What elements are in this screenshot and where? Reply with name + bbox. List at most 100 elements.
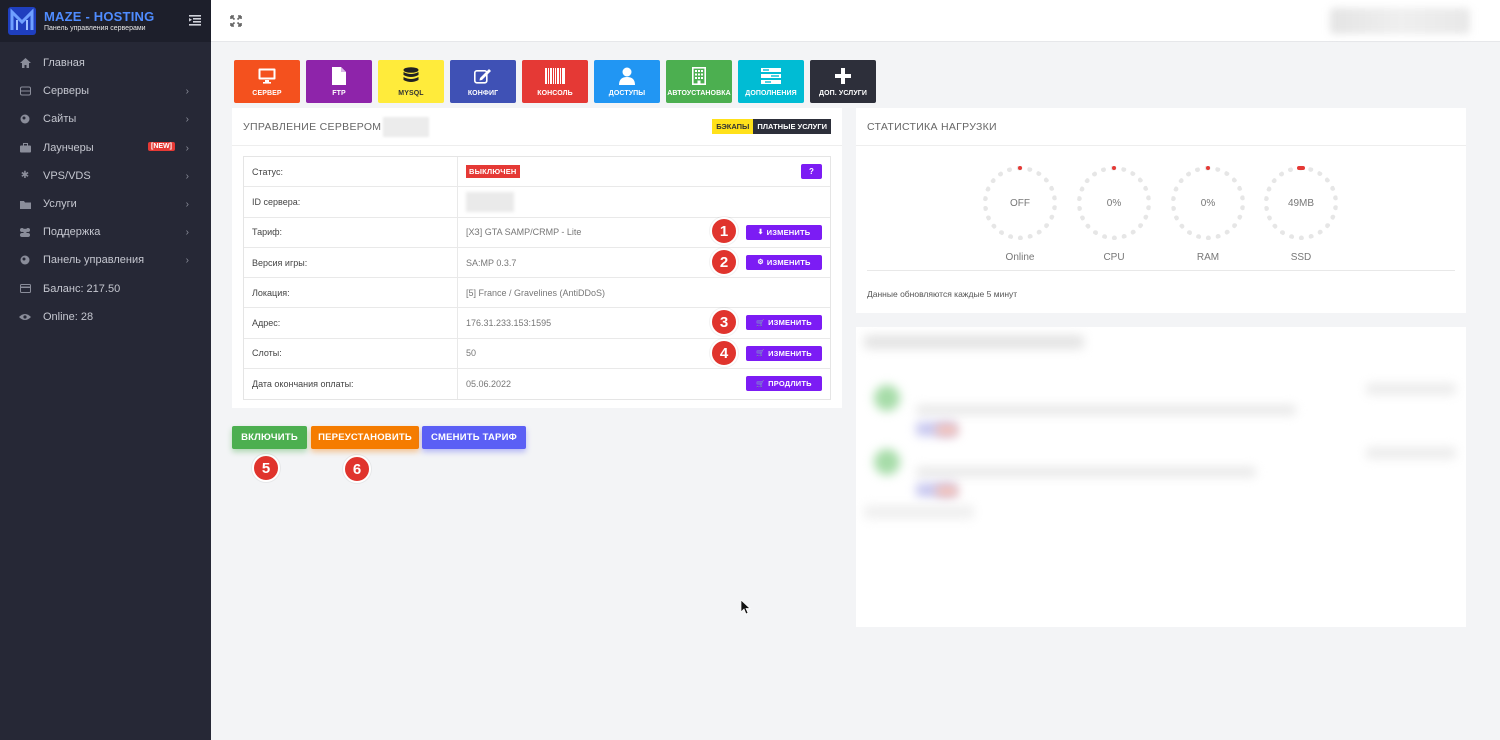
chevron-right-icon: › (185, 255, 189, 267)
change-tariff-main-button[interactable]: СМЕНИТЬ ТАРИФ (422, 426, 526, 449)
sidebar-item-label: Online: 28 (43, 310, 94, 323)
sidebar-item-servers[interactable]: Серверы › (0, 77, 211, 105)
row-value: [5] France / Gravelines (AntiDDoS) (466, 287, 606, 298)
change-slots-button[interactable]: 🛒 ИЗМЕНИТЬ (746, 345, 822, 361)
row-key: Слоты: (244, 338, 458, 369)
start-button[interactable]: ВКЛЮЧИТЬ (232, 426, 307, 449)
tile-label: КОНСОЛЬ (537, 90, 573, 97)
change-tariff-button[interactable]: ⬇ ИЗМЕНИТЬ (746, 224, 822, 240)
extend-button[interactable]: 🛒 ПРОДЛИТЬ (746, 376, 822, 392)
sidebar-item-control-panel[interactable]: Панель управления › (0, 246, 211, 274)
topbar (211, 0, 1500, 42)
tile-console[interactable]: КОНСОЛЬ (522, 60, 588, 103)
tile-ftp[interactable]: FTP (306, 60, 372, 103)
gauge-indicator (1112, 166, 1116, 170)
blurred-text (916, 405, 1296, 415)
chevron-right-icon: › (185, 86, 189, 98)
sidebar-item-label: Услуги (43, 198, 77, 211)
row-key: Тариф: (244, 217, 458, 247)
gauge-value: 0% (1085, 174, 1143, 232)
user-icon (619, 66, 635, 86)
blurred-date (1366, 447, 1456, 459)
sidebar-nav: Главная Серверы › Сайты › Лаунчеры [NEW]… (0, 42, 211, 331)
server-name-blurred (383, 116, 430, 137)
gauge-label: Online (1005, 252, 1035, 263)
sidebar-item-label: Главная (43, 57, 85, 70)
sidebar-item-support[interactable]: Поддержка › (0, 218, 211, 246)
button-label: ПРОДЛИТЬ (768, 379, 812, 389)
server-management-card: УПРАВЛЕНИЕ СЕРВЕРОМ БЭКАПЫ ПЛАТНЫЕ УСЛУГ… (232, 108, 842, 408)
table-row-address: Адрес: 176.31.233.153:1595 🛒 ИЗМЕНИТЬ (244, 308, 830, 339)
table-row-game-version: Версия игры: SA:MP 0.3.7 ⚙ ИЗМЕНИТЬ (244, 247, 830, 279)
sidebar-item-label: Баланс: 217.50 (43, 282, 121, 295)
card-icon (19, 283, 31, 295)
tile-addons[interactable]: ДОПОЛНЕНИЯ (738, 60, 804, 103)
marker-3: 3 (710, 308, 738, 336)
sidebar-item-label: Серверы (43, 85, 90, 98)
sidebar-item-launchers[interactable]: Лаунчеры [NEW] › (0, 134, 211, 162)
help-button[interactable]: ? (801, 164, 822, 179)
marker-5: 5 (252, 454, 280, 482)
gauge-indicator (1206, 166, 1210, 170)
list-icon (761, 66, 781, 86)
building-icon (692, 66, 706, 86)
row-key: ID сервера: (244, 187, 458, 217)
chevron-right-icon: › (185, 170, 189, 182)
gauge-label: SSD (1290, 252, 1312, 263)
tile-label: MYSQL (398, 90, 424, 97)
tile-config[interactable]: КОНФИГ (450, 60, 516, 103)
sidebar-item-label: Сайты (43, 113, 77, 126)
sidebar-item-home[interactable]: Главная (0, 49, 211, 77)
tile-extra-services[interactable]: ДОП. УСЛУГИ (810, 60, 876, 103)
brand-subtitle: Панель управления серверами (44, 25, 146, 32)
tile-access[interactable]: ДОСТУПЫ (594, 60, 660, 103)
tile-mysql[interactable]: MYSQL (378, 60, 444, 103)
sidebar-item-vps[interactable]: ✱ VPS/VDS › (0, 162, 211, 190)
table-row-location: Локация: [5] France / Gravelines (AntiDD… (244, 278, 830, 309)
table-row-expiry: Дата окончания оплаты: 05.06.2022 🛒 ПРОДЛ… (244, 369, 830, 400)
table-row-slots: Слоты: 50 🛒 ИЗМЕНИТЬ (244, 338, 830, 370)
database-icon (403, 66, 419, 86)
menu-toggle-icon[interactable] (189, 14, 201, 26)
paid-services-badge[interactable]: ПЛАТНЫЕ УСЛУГИ (753, 119, 831, 134)
reinstall-button[interactable]: ПЕРЕУСТАНОВИТЬ (311, 426, 419, 449)
brand[interactable]: MAZE - HOSTING Панель управления сервера… (0, 0, 211, 42)
card-title: СТАТИСТИКА НАГРУЗКИ (867, 120, 997, 133)
edit-icon (474, 66, 492, 86)
tile-label: ДОСТУПЫ (608, 90, 646, 97)
sidebar-item-services[interactable]: Услуги › (0, 190, 211, 218)
tile-label: ДОПОЛНЕНИЯ (745, 90, 797, 97)
button-label: ИЗМЕНИТЬ (768, 348, 812, 358)
sidebar-item-label: Панель управления (43, 254, 145, 267)
row-key: Версия игры: (244, 247, 458, 278)
marker-1: 1 (710, 217, 738, 245)
gauge-indicator (1297, 166, 1305, 170)
folder-icon (19, 198, 31, 210)
blurred-badge (936, 485, 958, 497)
barcode-icon (545, 66, 565, 86)
sidebar-item-sites[interactable]: Сайты › (0, 105, 211, 133)
eye-icon (19, 311, 31, 323)
cart-icon: 🛒 (756, 350, 766, 358)
sidebar-item-online: Online: 28 (0, 303, 211, 331)
tile-server[interactable]: СЕРВЕР (234, 60, 300, 103)
fullscreen-icon[interactable] (230, 15, 242, 27)
sidebar-item-balance[interactable]: Баланс: 217.50 (0, 275, 211, 303)
file-icon (332, 66, 346, 86)
chevron-right-icon: › (185, 198, 189, 210)
table-row-id: ID сервера: (244, 187, 830, 218)
blurred-avatar (874, 385, 900, 411)
sidebar-item-label: Лаунчеры (43, 141, 94, 154)
card-title: УПРАВЛЕНИЕ СЕРВЕРОМ (243, 120, 382, 133)
tile-autoinstall[interactable]: АВТОУСТАНОВКА (666, 60, 732, 103)
tile-label: АВТОУСТАНОВКА (667, 90, 731, 97)
change-version-button[interactable]: ⚙ ИЗМЕНИТЬ (746, 254, 822, 270)
button-label: ИЗМЕНИТЬ (766, 257, 811, 267)
gauge-online: OFF Online (983, 166, 1057, 263)
backups-badge[interactable]: БЭКАПЫ (712, 119, 754, 134)
gauge-ssd: 49MB SSD (1264, 166, 1338, 263)
user-menu-blurred[interactable] (1330, 8, 1470, 34)
change-address-button[interactable]: 🛒 ИЗМЕНИТЬ (746, 315, 822, 331)
status-badge: ВЫКЛЮЧЕН (466, 165, 520, 179)
server-info-table: Статус: ВЫКЛЮЧЕН ? ID сервера: Тариф: [Х… (243, 156, 831, 401)
